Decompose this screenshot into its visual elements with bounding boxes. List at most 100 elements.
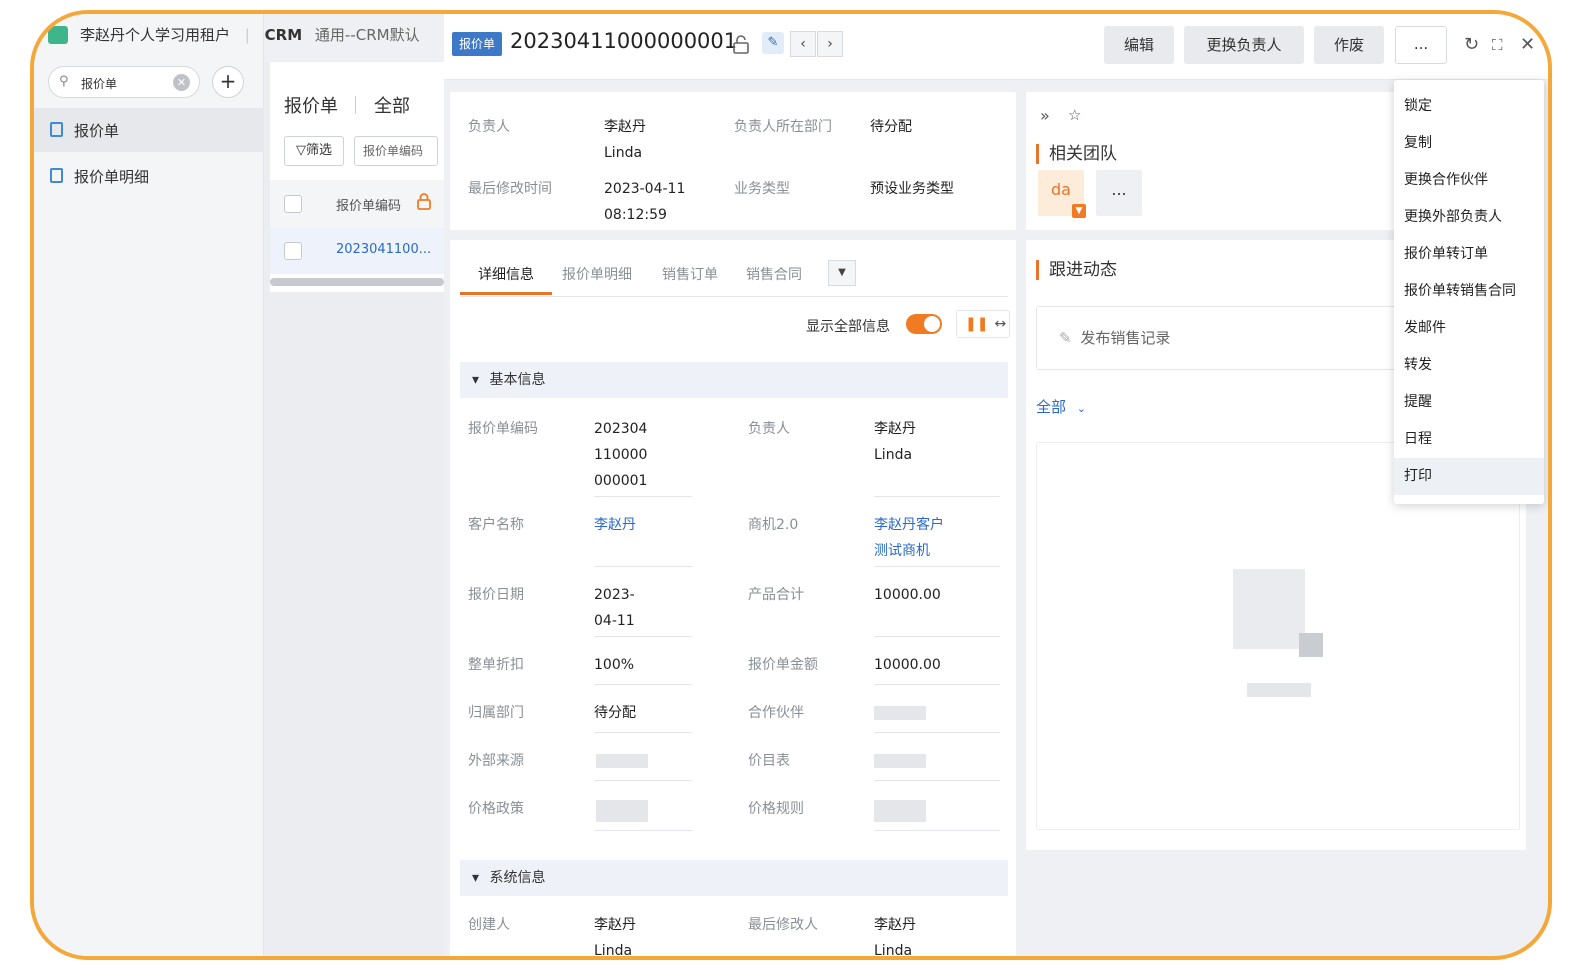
- row-code-link[interactable]: 2023041100...: [336, 242, 431, 257]
- column-header-code[interactable]: 报价单编码: [336, 195, 401, 214]
- show-all-toggle[interactable]: [906, 314, 942, 334]
- field-label: 价格政策: [468, 801, 524, 817]
- follow-up-filter-select[interactable]: 全部 ⌄: [1036, 396, 1086, 417]
- divider: [874, 732, 1000, 733]
- redacted-value: [874, 800, 926, 822]
- collapse-panel-icon[interactable]: »: [1040, 106, 1050, 125]
- section-title: 基本信息: [489, 372, 546, 388]
- divider: [594, 732, 692, 733]
- next-record-button[interactable]: ›: [817, 31, 843, 57]
- menu-item-change-partner[interactable]: 更换合作伙伴: [1394, 162, 1544, 199]
- list-search-input[interactable]: 报价单编码: [354, 136, 438, 166]
- section-header-basic[interactable]: ▾ 基本信息: [460, 362, 1008, 398]
- field-label: 价格规则: [748, 801, 804, 817]
- menu-item-convert-to-contract[interactable]: 报价单转销售合同: [1394, 273, 1544, 310]
- active-tab-indicator: [460, 292, 552, 295]
- field-label: 外部来源: [468, 753, 524, 769]
- follow-up-title: 跟进动态: [1036, 260, 1117, 280]
- horizontal-scrollbar[interactable]: [270, 278, 444, 286]
- select-all-checkbox[interactable]: [284, 195, 302, 213]
- field-label: 负责人: [748, 421, 790, 437]
- summary-label: 负责人: [468, 119, 510, 135]
- nav-search-input[interactable]: ⚲ 报价单 ✕: [48, 66, 200, 98]
- table-row[interactable]: 2023041100...: [270, 228, 444, 274]
- tab-sales-orders[interactable]: 销售订单: [662, 264, 718, 284]
- lock-icon[interactable]: [416, 192, 432, 210]
- owner-badge-icon: ▼: [1072, 204, 1086, 218]
- team-more-button[interactable]: ...: [1096, 170, 1142, 216]
- empty-state-illustration-detail: [1299, 633, 1323, 657]
- layout-toggle-button[interactable]: ❚❚ ↔: [956, 310, 1010, 338]
- list-scope-select[interactable]: 全部: [374, 92, 410, 118]
- sidebar-item-quote-detail[interactable]: 报价单明细: [34, 154, 264, 198]
- edit-icon: ✎: [1059, 329, 1072, 347]
- redacted-value: [596, 754, 648, 768]
- refresh-icon[interactable]: ↻: [1464, 34, 1479, 55]
- menu-item-convert-to-order[interactable]: 报价单转订单: [1394, 236, 1544, 273]
- menu-item-forward[interactable]: 转发: [1394, 347, 1544, 384]
- clear-icon[interactable]: ✕: [173, 74, 190, 91]
- redacted-value: [874, 754, 926, 768]
- menu-item-schedule[interactable]: 日程: [1394, 421, 1544, 458]
- chevron-down-icon: ⌄: [1076, 402, 1087, 415]
- tab-sales-contracts[interactable]: 销售合同: [746, 264, 802, 284]
- document-list-icon: [50, 168, 63, 183]
- divider: [355, 96, 356, 114]
- field-value-quote-amount: 10000.00: [874, 657, 941, 673]
- void-button[interactable]: 作废: [1314, 26, 1384, 64]
- field-value-department: 待分配: [594, 705, 636, 721]
- tabs-more-dropdown[interactable]: ▼: [828, 260, 856, 286]
- record-number: 20230411000000001: [510, 29, 738, 53]
- change-owner-button[interactable]: 更换负责人: [1184, 26, 1304, 64]
- field-label: 最后修改人: [748, 917, 818, 933]
- pin-icon[interactable]: ☆: [1068, 106, 1081, 124]
- caret-down-icon: ▾: [472, 870, 480, 886]
- field-value-product-total: 10000.00: [874, 587, 941, 603]
- summary-value: 待分配: [870, 119, 912, 135]
- list-title: 报价单: [284, 96, 338, 117]
- divider: [874, 830, 1000, 831]
- menu-item-send-email[interactable]: 发邮件: [1394, 310, 1544, 347]
- divider: [594, 566, 692, 567]
- filter-button[interactable]: ▽筛选: [284, 136, 344, 166]
- redacted-value: [874, 706, 926, 720]
- close-icon[interactable]: ✕: [1520, 34, 1535, 55]
- divider: [874, 684, 1000, 685]
- team-title: 相关团队: [1036, 144, 1117, 164]
- field-label: 归属部门: [468, 705, 524, 721]
- menu-item-reminder[interactable]: 提醒: [1394, 384, 1544, 421]
- menu-item-copy[interactable]: 复制: [1394, 125, 1544, 162]
- unlock-icon[interactable]: [732, 34, 750, 54]
- row-checkbox[interactable]: [284, 242, 302, 260]
- menu-item-print[interactable]: 打印: [1394, 458, 1544, 495]
- avatar[interactable]: da ▼: [1038, 170, 1086, 218]
- section-header-system[interactable]: ▾ 系统信息: [460, 860, 1008, 896]
- expand-width-icon: ↔: [994, 316, 1007, 332]
- sidebar-item-label: 报价单明细: [74, 168, 150, 186]
- add-button[interactable]: +: [212, 66, 244, 98]
- divider: [594, 636, 692, 637]
- more-actions-button[interactable]: ...: [1395, 26, 1447, 64]
- field-label: 报价单金额: [748, 657, 818, 673]
- tab-detail-info[interactable]: 详细信息: [478, 264, 534, 284]
- tab-quote-lines[interactable]: 报价单明细: [562, 264, 632, 284]
- tenant-header[interactable]: 李赵丹个人学习用租户 | CRM 通用--CRM默认: [80, 24, 420, 45]
- nav-search-value: 报价单: [81, 77, 118, 91]
- field-value-quote-code: 202304 110000 000001: [594, 421, 648, 489]
- field-value-opportunity-link[interactable]: 李赵丹客户 测试商机: [874, 512, 944, 564]
- field-value-discount: 100%: [594, 657, 635, 673]
- edit-button[interactable]: 编辑: [1104, 26, 1174, 64]
- detail-card: 详细信息 报价单明细 销售订单 销售合同 ▼ 显示全部信息 ❚❚ ↔ ▾ 基本信息…: [450, 240, 1016, 956]
- field-value-customer-link[interactable]: 李赵丹: [594, 512, 636, 538]
- tag-icon[interactable]: ✎: [762, 32, 784, 54]
- menu-item-change-external-owner[interactable]: 更换外部负责人: [1394, 199, 1544, 236]
- app-logo-icon: [48, 26, 68, 44]
- menu-item-lock[interactable]: 锁定: [1394, 88, 1544, 125]
- previous-record-button[interactable]: ‹: [790, 31, 816, 57]
- object-type-badge: 报价单: [452, 32, 502, 56]
- sidebar-item-quote[interactable]: 报价单: [34, 108, 264, 152]
- fullscreen-icon[interactable]: ⛶: [1492, 36, 1503, 54]
- divider: [874, 566, 1000, 567]
- field-label: 创建人: [468, 917, 510, 933]
- app-window: 李赵丹个人学习用租户 | CRM 通用--CRM默认 ⚲ 报价单 ✕ + 报价单…: [30, 10, 1552, 960]
